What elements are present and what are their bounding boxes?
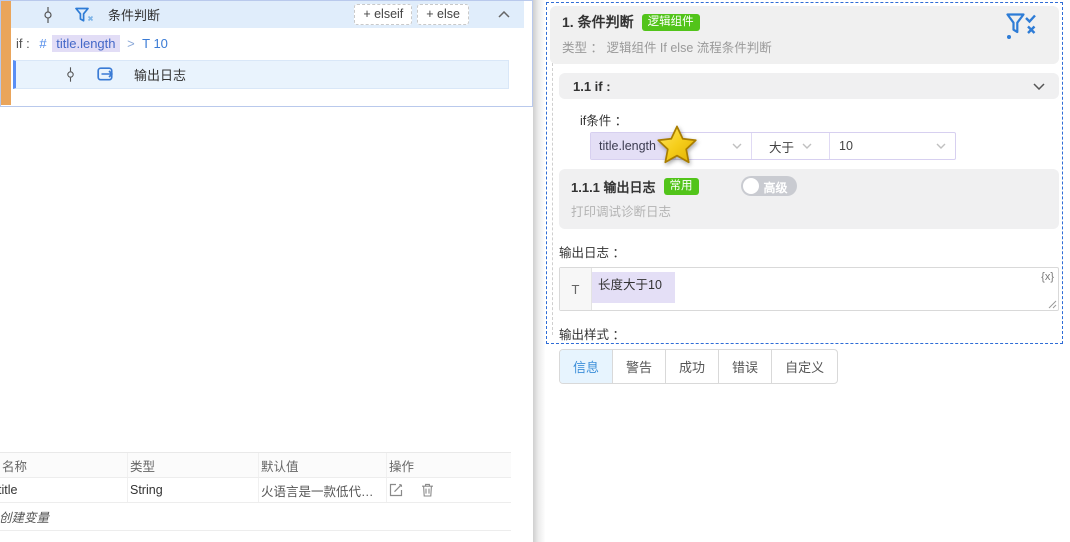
col-type: 类型 — [128, 453, 259, 477]
star-cursor-icon — [654, 123, 700, 169]
common-badge: 常用 — [663, 177, 699, 195]
chevron-down-icon[interactable] — [1033, 82, 1045, 90]
advanced-toggle[interactable]: 高级 — [740, 176, 797, 196]
inspector-header: 1. 条件判断 逻辑组件 类型 ： 逻辑组件 If else 流程条件判断 — [550, 6, 1059, 64]
log-output-label: 输出日志 ： — [559, 246, 625, 260]
hash-marker: # — [39, 36, 47, 51]
tree-guide-line — [552, 53, 553, 335]
add-elseif-button[interactable]: + elseif — [354, 4, 413, 25]
log-step-title: 1.1.1 输出日志 — [571, 179, 656, 195]
condition-select-group: title.length 大于 10 — [590, 125, 956, 164]
condition-operator-value: 大于 — [768, 140, 794, 155]
log-output-input[interactable]: 长度大于10 {x} — [592, 268, 1058, 310]
toggle-label: 高级 — [763, 181, 788, 195]
variables-table-header: 名称 类型 默认值 操作 — [0, 452, 511, 478]
tab-custom[interactable]: 自定义 — [771, 350, 837, 383]
component-type-line: 类型 ： 逻辑组件 If else 流程条件判断 — [562, 41, 772, 55]
insert-variable-icon[interactable]: {x} — [1041, 271, 1054, 283]
col-name: 名称 — [0, 453, 128, 477]
condition-node-title: 条件判断 — [108, 8, 161, 23]
toggle-knob — [742, 178, 759, 194]
condition-value-select[interactable]: 10 — [830, 133, 955, 159]
condition-operator-select[interactable]: 大于 — [752, 133, 830, 159]
add-else-button[interactable]: + else — [417, 4, 469, 25]
panel-splitter[interactable] — [533, 0, 545, 542]
var-type: String — [128, 478, 259, 502]
ifelse-check-filter-icon[interactable] — [1005, 11, 1039, 43]
if-colon: : — [26, 36, 30, 51]
drag-handle-icon[interactable] — [66, 67, 75, 82]
delete-icon[interactable] — [421, 483, 434, 497]
output-style-tabs: 信息 警告 成功 错误 自定义 — [559, 349, 839, 384]
flow-canvas: 条件判断 + elseif + else if : # title.length… — [0, 0, 533, 107]
if-keyword: if — [16, 36, 23, 51]
condition-node-header[interactable]: 条件判断 + elseif + else — [11, 1, 524, 28]
if-operator: > — [127, 36, 135, 51]
if-condition-label: if条件 ： — [580, 114, 628, 128]
variables-table: 名称 类型 默认值 操作 title String 火语言是一款低代码... 创… — [0, 452, 511, 531]
component-type-badge: 逻辑组件 — [641, 13, 700, 31]
if-value: 10 — [153, 36, 168, 51]
var-name: title — [0, 483, 18, 497]
tab-error[interactable]: 错误 — [718, 350, 771, 383]
if-field-token[interactable]: title.length — [52, 35, 120, 52]
resize-handle-icon[interactable] — [1048, 300, 1057, 309]
log-step-description: 打印调试诊断日志 — [571, 205, 672, 219]
chevron-down-icon — [732, 143, 742, 149]
if-section-bar[interactable]: 1.1 if : — [559, 73, 1059, 99]
create-variable-link[interactable]: 创建变量 — [0, 503, 511, 531]
log-output-input-group: T 长度大于10 {x} — [559, 267, 1059, 311]
flow-group-strip — [1, 1, 11, 105]
chevron-down-icon — [936, 143, 946, 149]
inspector-title: 1. 条件判断 — [562, 14, 634, 30]
log-text-segment[interactable]: 长度大于10 — [592, 272, 675, 303]
tab-success[interactable]: 成功 — [665, 350, 718, 383]
edit-icon[interactable] — [389, 483, 403, 497]
tab-warning[interactable]: 警告 — [612, 350, 665, 383]
collapse-chevron-icon[interactable] — [498, 11, 510, 18]
text-type-addon[interactable]: T — [560, 268, 592, 310]
col-actions: 操作 — [389, 459, 415, 474]
inspector-panel: 1. 条件判断 逻辑组件 类型 ： 逻辑组件 If else 流程条件判断 1.… — [546, 2, 1063, 384]
output-style-label: 输出样式 ： — [559, 328, 625, 342]
log-output-node[interactable]: 输出日志 — [13, 60, 509, 89]
tab-info[interactable]: 信息 — [560, 350, 613, 383]
chevron-down-icon — [802, 143, 812, 149]
condition-value: 10 — [839, 139, 853, 153]
log-node-title: 输出日志 — [134, 68, 187, 83]
app-root: 条件判断 + elseif + else if : # title.length… — [0, 0, 1070, 542]
var-default: 火语言是一款低代码... — [261, 484, 381, 499]
if-expression-row[interactable]: if : # title.length > T 10 — [11, 28, 532, 58]
ifelse-filter-icon — [75, 7, 94, 23]
if-type-marker: T — [142, 36, 150, 51]
drag-handle-icon[interactable] — [43, 6, 53, 23]
col-default: 默认值 — [259, 453, 387, 477]
log-step-card: 1.1.1 输出日志 常用 高级 打印调试诊断日志 — [559, 169, 1059, 229]
log-icon — [97, 66, 116, 83]
table-row: title String 火语言是一款低代码... — [0, 478, 511, 503]
if-section-title: 1.1 if : — [573, 78, 611, 94]
